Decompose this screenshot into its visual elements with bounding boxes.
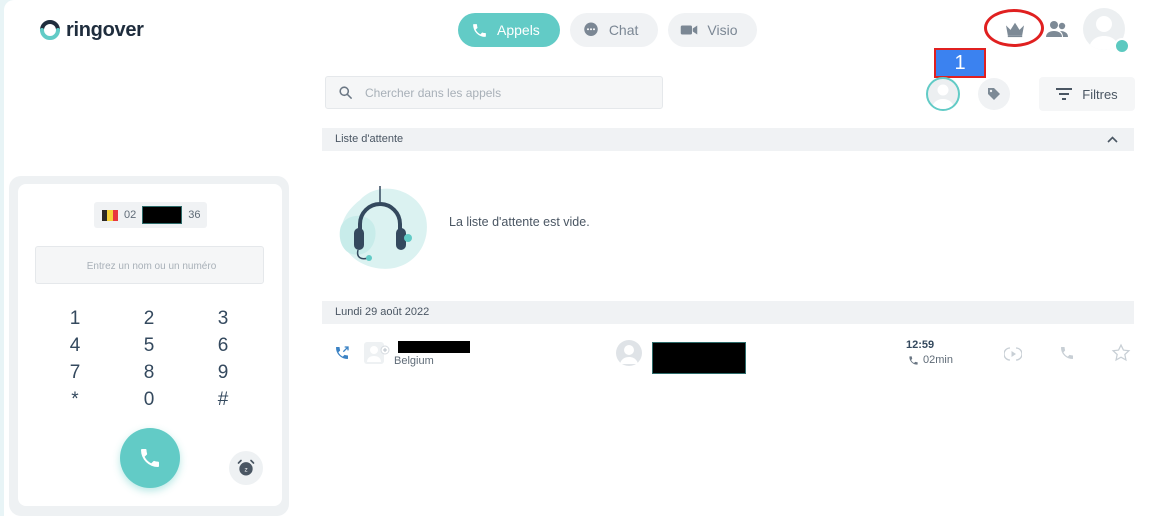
call-duration-label: 02min — [923, 354, 953, 366]
caller-id-suffix: 36 — [188, 209, 201, 221]
key-8[interactable]: 8 — [112, 362, 186, 384]
key-0[interactable]: 0 — [112, 389, 186, 411]
highlight-circle — [984, 9, 1044, 47]
snooze-button[interactable]: z — [229, 451, 263, 485]
key-1[interactable]: 1 — [38, 308, 112, 330]
redacted-number — [142, 206, 183, 224]
tab-chat[interactable]: Chat — [569, 13, 659, 47]
user-silhouette-icon — [932, 84, 954, 109]
brand-name: ringover — [66, 18, 144, 41]
key-hash[interactable]: # — [186, 389, 260, 411]
dial-input-box[interactable] — [35, 246, 267, 285]
key-7[interactable]: 7 — [38, 362, 112, 384]
key-3[interactable]: 3 — [186, 308, 260, 330]
star-icon[interactable] — [1111, 343, 1131, 363]
call-button[interactable] — [120, 428, 180, 488]
presence-dot — [1114, 38, 1130, 54]
team-icon — [1046, 21, 1068, 37]
main-tabs: Appels Chat Visio — [458, 13, 758, 47]
tab-visio[interactable]: Visio — [668, 13, 758, 47]
tab-appels[interactable]: Appels — [458, 13, 560, 47]
search-icon — [339, 86, 352, 99]
redacted-agent-name — [652, 342, 746, 374]
filter-lines-icon — [1056, 88, 1073, 100]
key-5[interactable]: 5 — [112, 335, 186, 357]
contact-card-icon — [364, 342, 390, 364]
phone-icon — [470, 21, 488, 39]
queue-section-header[interactable]: Liste d'attente — [322, 128, 1134, 151]
call-duration: 02min — [908, 354, 953, 366]
video-camera-icon — [680, 21, 698, 39]
queue-header-label: Liste d'attente — [335, 133, 404, 145]
alarm-clock-icon: z — [237, 459, 255, 476]
filters-label: Filtres — [1082, 86, 1118, 102]
key-6[interactable]: 6 — [186, 335, 260, 357]
filters-button[interactable]: Filtres — [1039, 77, 1135, 111]
play-recording-icon[interactable] — [1004, 345, 1022, 363]
date-header-label: Lundi 29 août 2022 — [335, 306, 430, 318]
belgium-flag-icon — [102, 209, 118, 221]
search-bar[interactable] — [325, 76, 663, 109]
headset-illustration — [330, 180, 430, 281]
annotation-badge: 1 — [934, 48, 986, 78]
dial-input[interactable] — [36, 247, 267, 285]
key-star[interactable]: * — [38, 389, 112, 411]
ringover-logo[interactable]: ringover — [38, 18, 144, 42]
svg-text:z: z — [244, 467, 247, 473]
redacted-contact-name — [398, 341, 470, 353]
caller-id-selector[interactable]: 02 36 — [94, 202, 207, 228]
chat-bubble-icon — [582, 21, 600, 39]
call-back-icon[interactable] — [1059, 345, 1075, 361]
caller-id-prefix: 02 — [124, 209, 137, 221]
tag-icon — [988, 88, 1000, 100]
call-history-row[interactable]: Belgium 12:59 02min — [322, 333, 1134, 377]
call-time: 12:59 — [906, 339, 935, 351]
call-country: Belgium — [394, 355, 434, 367]
queue-empty-message: La liste d'attente est vide. — [449, 215, 590, 229]
ringover-logo-icon — [40, 20, 60, 40]
tag-filter-button[interactable] — [978, 78, 1010, 110]
key-2[interactable]: 2 — [112, 308, 186, 330]
outgoing-call-icon — [336, 346, 349, 359]
user-filter-avatar[interactable] — [926, 77, 960, 111]
tab-label: Chat — [608, 22, 639, 38]
key-9[interactable]: 9 — [186, 362, 260, 384]
agent-avatar-icon — [616, 340, 642, 366]
date-section-header: Lundi 29 août 2022 — [322, 301, 1134, 324]
tab-label: Appels — [497, 22, 540, 38]
phone-icon — [141, 449, 159, 467]
chevron-up-icon[interactable] — [1107, 128, 1118, 160]
team-button[interactable] — [1042, 14, 1072, 44]
keypad: 1 2 3 4 5 6 7 8 9 * 0 # — [38, 308, 260, 411]
tab-label: Visio — [707, 22, 738, 38]
search-input[interactable] — [363, 84, 647, 101]
key-4[interactable]: 4 — [38, 335, 112, 357]
phone-small-icon — [909, 355, 918, 365]
